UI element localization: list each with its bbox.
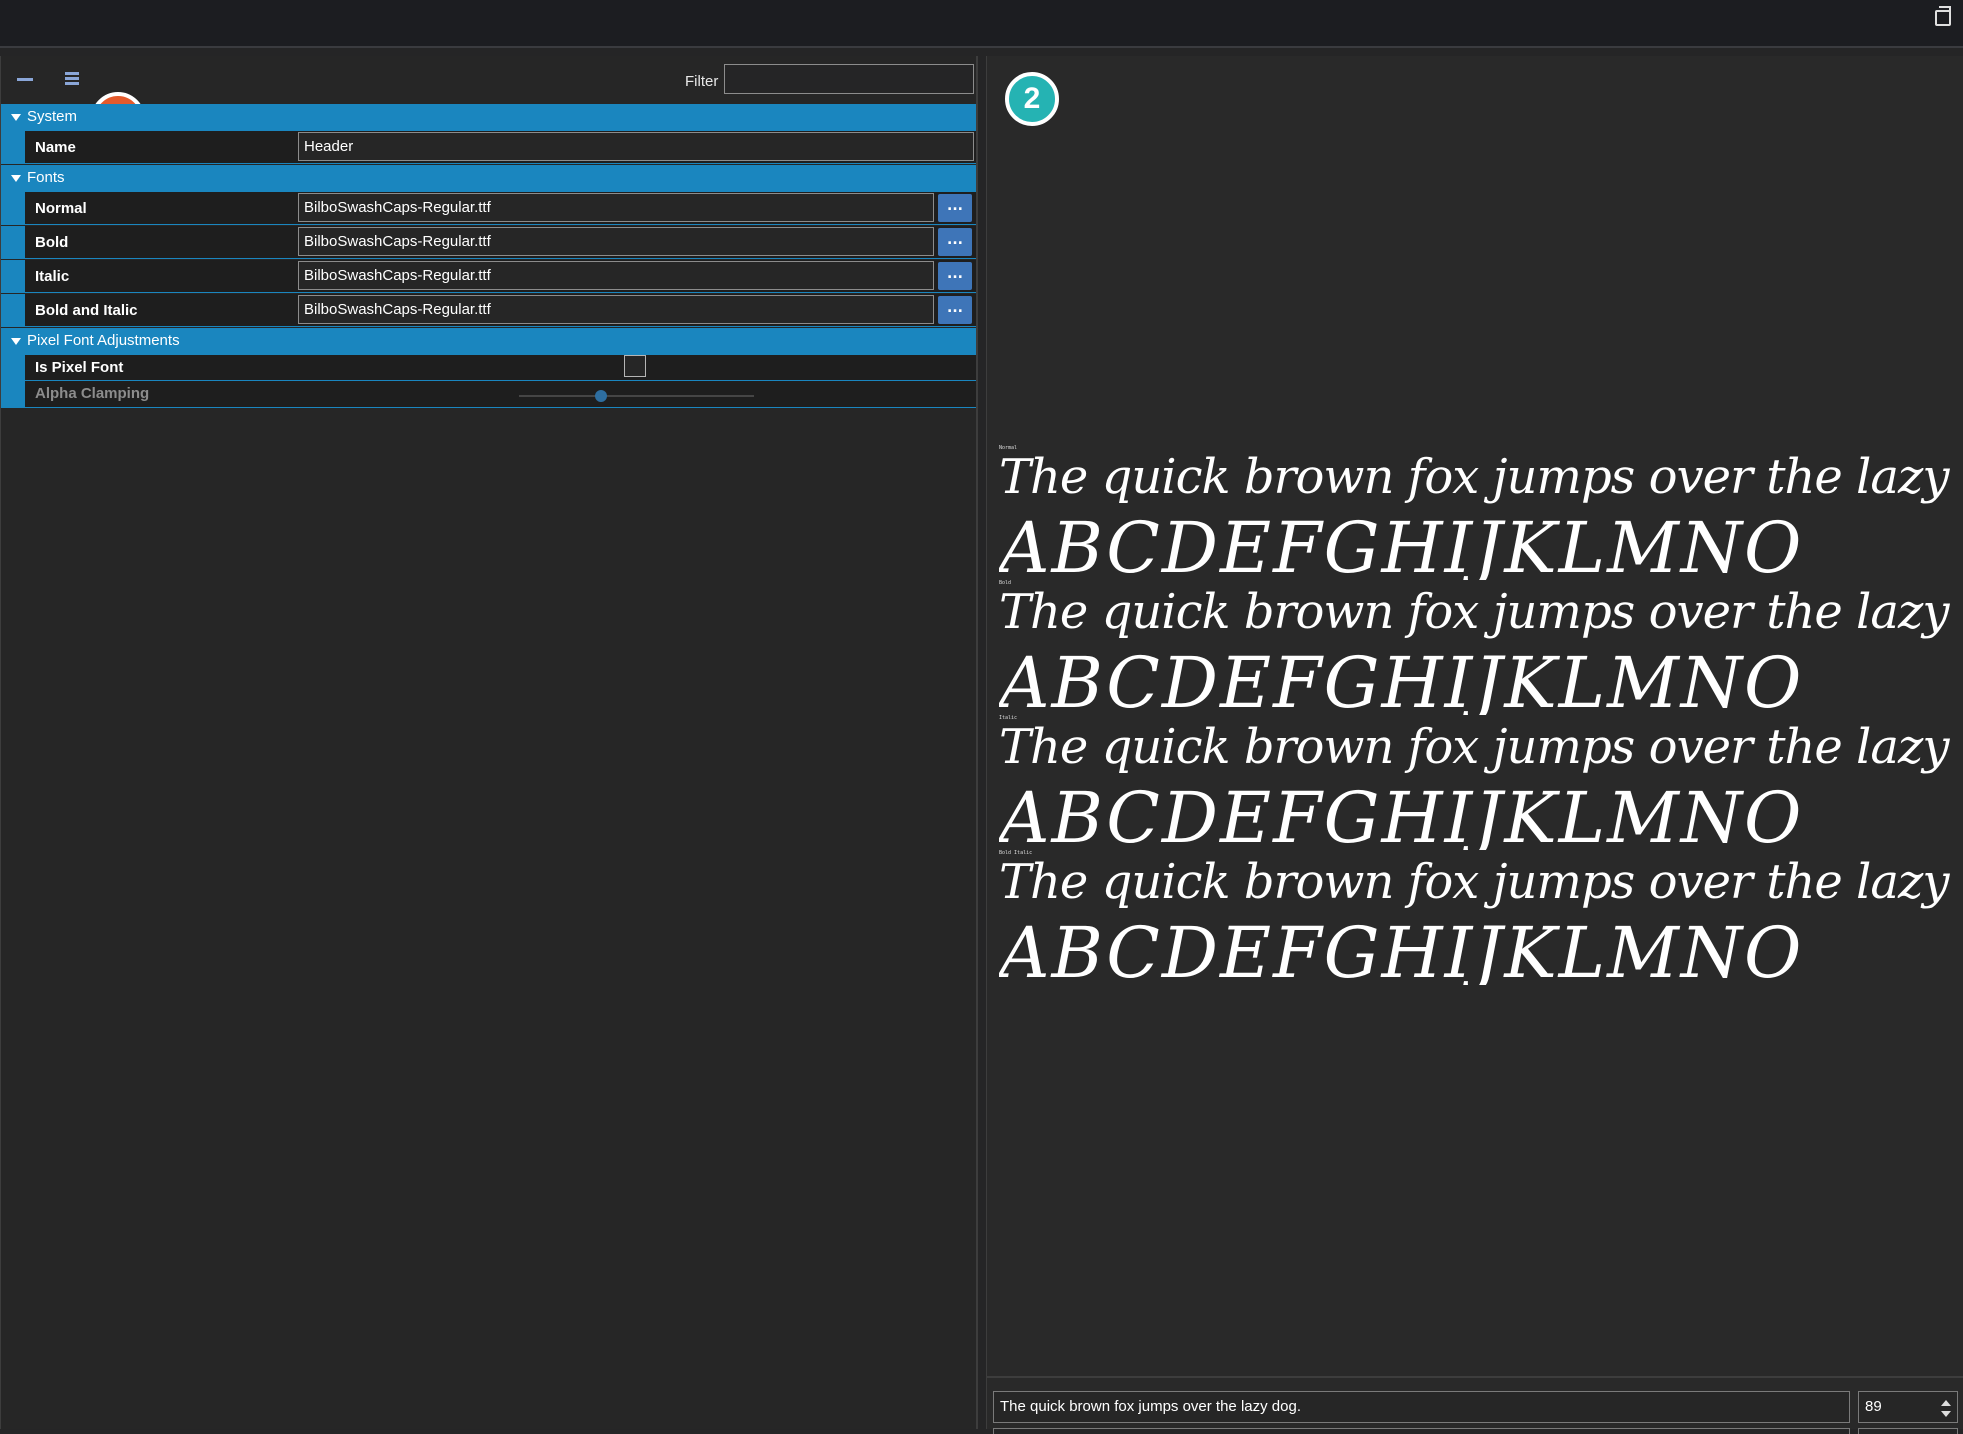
minus-icon xyxy=(17,78,33,81)
category-fonts[interactable]: Fonts xyxy=(1,165,976,192)
filter-input[interactable] xyxy=(724,64,974,94)
spin-up-icon[interactable] xyxy=(1941,1400,1951,1406)
properties-toolbar: 1 Filter xyxy=(1,56,976,146)
category-label: System xyxy=(27,108,78,125)
window-titlebar xyxy=(0,0,1963,48)
alpha-clamping-slider-track[interactable] xyxy=(519,395,754,397)
sort-categorized-button[interactable] xyxy=(57,66,87,92)
preview-block-normal: Normal The quick brown fox jumps over th… xyxy=(999,445,1963,580)
preview-alphabet: ABCDEFGHIJKLMNO xyxy=(999,777,1804,850)
property-row-is-pixel-font: Is Pixel Font xyxy=(1,355,976,381)
expand-triangle-icon[interactable] xyxy=(11,338,21,345)
preview-block-italic: Italic The quick brown fox jumps over th… xyxy=(999,715,1963,850)
property-row-normal: Normal BilboSwashCaps-Regular.ttf ... xyxy=(1,192,976,225)
property-name: Italic xyxy=(25,260,297,293)
preview-alphabet: ABCDEFGHIJKLMNO xyxy=(999,642,1804,715)
category-label: Pixel Font Adjustments xyxy=(27,332,180,349)
preview-sentence: The quick brown fox jumps over the lazy … xyxy=(999,584,1963,640)
browse-bold-italic-font-button[interactable]: ... xyxy=(938,296,972,324)
preview-controls: The quick brown fox jumps over the lazy … xyxy=(987,1376,1963,1434)
preview-canvas: Normal The quick brown fox jumps over th… xyxy=(987,56,1963,1376)
preview-sentence: The quick brown fox jumps over the lazy … xyxy=(999,719,1963,775)
property-name: Alpha Clamping xyxy=(25,381,976,408)
bold-font-input[interactable]: BilboSwashCaps-Regular.ttf xyxy=(298,227,934,256)
category-pixel-font-adjustments[interactable]: Pixel Font Adjustments xyxy=(1,328,976,355)
preview-block-bold-italic: Bold Italic The quick brown fox jumps ov… xyxy=(999,850,1963,985)
italic-font-input[interactable]: BilboSwashCaps-Regular.ttf xyxy=(298,261,934,290)
collapse-all-button[interactable] xyxy=(11,66,41,92)
preview-sentence: The quick brown fox jumps over the lazy … xyxy=(999,854,1963,910)
font-size-spinner[interactable]: 89 xyxy=(1858,1391,1958,1423)
property-name: Bold and Italic xyxy=(25,294,297,327)
category-system[interactable]: System xyxy=(1,104,976,131)
property-name: Is Pixel Font xyxy=(25,355,976,381)
preview-sentence: The quick brown fox jumps over the lazy … xyxy=(999,449,1963,505)
name-value-input[interactable]: Header xyxy=(298,132,974,161)
browse-normal-font-button[interactable]: ... xyxy=(938,194,972,222)
sample-text-input[interactable]: The quick brown fox jumps over the lazy … xyxy=(993,1391,1850,1423)
expand-triangle-icon[interactable] xyxy=(11,114,21,121)
spin-down-icon[interactable] xyxy=(1941,1411,1951,1417)
property-row-bold: Bold BilboSwashCaps-Regular.ttf ... xyxy=(1,226,976,259)
property-row-alpha-clamping: Alpha Clamping xyxy=(1,381,976,408)
filter-label: Filter xyxy=(685,73,719,90)
font-preview-panel: 2 Normal The quick brown fox jumps over … xyxy=(986,56,1963,1434)
browse-bold-font-button[interactable]: ... xyxy=(938,228,972,256)
property-row-bold-italic: Bold and Italic BilboSwashCaps-Regular.t… xyxy=(1,294,976,327)
property-row-name: Name Header xyxy=(1,131,976,164)
properties-panel: 1 Filter System Name Header Fonts Normal… xyxy=(0,56,978,1429)
font-size-value: 89 xyxy=(1865,1398,1882,1415)
property-name: Bold xyxy=(25,226,297,259)
preview-block-bold: Bold The quick brown fox jumps over the … xyxy=(999,580,1963,715)
property-name: Normal xyxy=(25,192,297,225)
bold-italic-font-input[interactable]: BilboSwashCaps-Regular.ttf xyxy=(298,295,934,324)
normal-font-input[interactable]: BilboSwashCaps-Regular.ttf xyxy=(298,193,934,222)
expand-triangle-icon[interactable] xyxy=(11,175,21,182)
category-label: Fonts xyxy=(27,169,65,186)
browse-italic-font-button[interactable]: ... xyxy=(938,262,972,290)
restore-window-icon[interactable] xyxy=(1935,6,1951,26)
preview-alphabet: ABCDEFGHIJKLMNO xyxy=(999,912,1804,985)
is-pixel-font-checkbox[interactable] xyxy=(624,355,646,377)
property-row-italic: Italic BilboSwashCaps-Regular.ttf ... xyxy=(1,260,976,293)
preview-alphabet: ABCDEFGHIJKLMNO xyxy=(999,507,1804,580)
property-name: Name xyxy=(25,131,297,164)
